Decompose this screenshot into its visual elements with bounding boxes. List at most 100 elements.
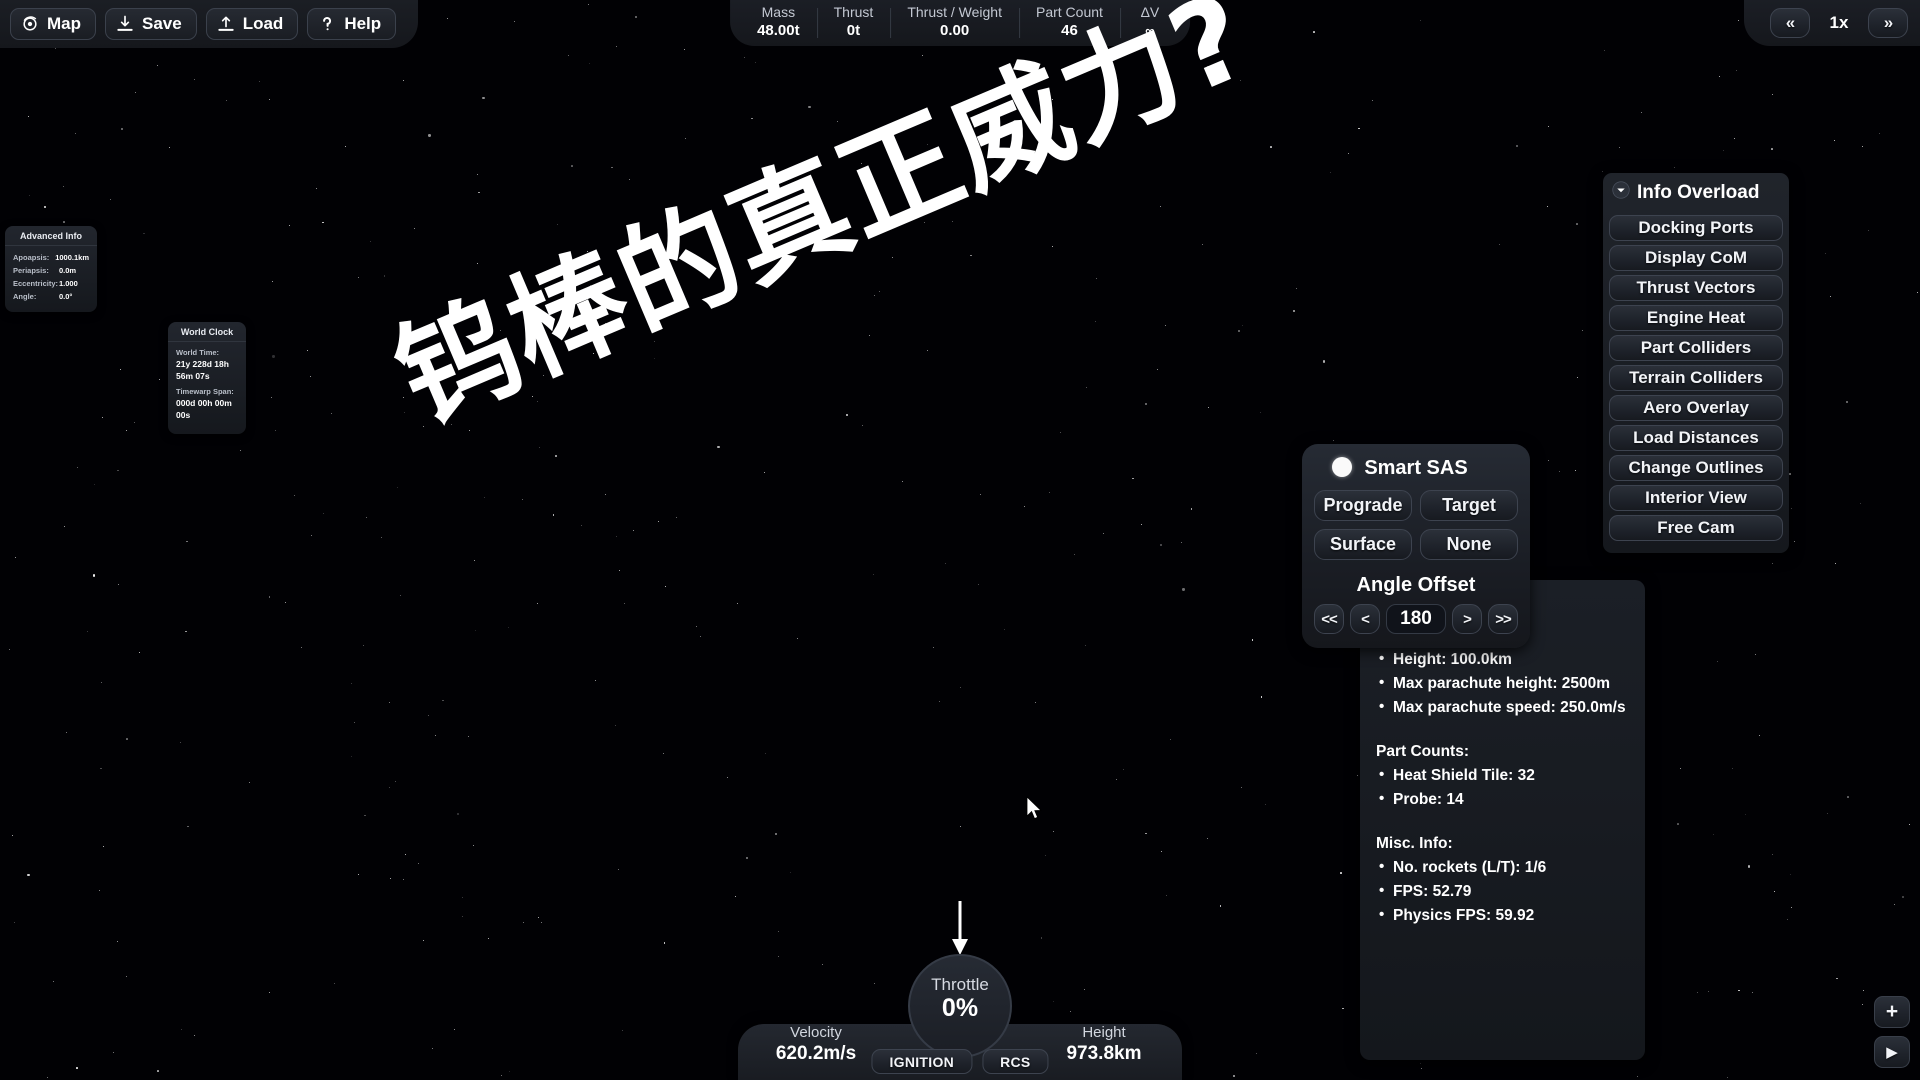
timewarp-increase-button[interactable]: » — [1868, 8, 1908, 38]
world-clock-window[interactable]: World Clock World Time: 21y 228d 18h 56m… — [168, 322, 246, 434]
atmosphere-item: Max parachute speed: 250.0m/s — [1376, 695, 1629, 720]
stat-part-count-label: Part Count — [1035, 4, 1103, 20]
throttle-value: 0% — [941, 994, 979, 1022]
vessel-stats-bar: Mass 48.00t Thrust 0t Thrust / Weight 0.… — [730, 0, 1190, 46]
eccentricity-label: Eccentricity: — [13, 279, 59, 288]
apoapsis-label: Apoapsis: — [13, 253, 50, 262]
timewarp-span-value: 000d 00h 00m 00s — [176, 398, 232, 420]
mouse-cursor — [1026, 796, 1044, 827]
atmosphere-item: Max parachute height: 2500m — [1376, 671, 1629, 696]
help-button[interactable]: Help — [307, 8, 397, 40]
throttle-label: Throttle — [931, 975, 989, 994]
advanced-info-title: Advanced Info — [5, 226, 97, 246]
stat-thrust-label: Thrust — [833, 4, 874, 20]
angle-offset-decrease-button[interactable]: < — [1350, 604, 1380, 634]
info-overload-menu-title: Info Overload — [1637, 181, 1760, 203]
sas-status-indicator-icon — [1332, 457, 1352, 477]
angle-offset-big-increase-button[interactable]: >> — [1488, 604, 1518, 634]
menu-item-load-distances[interactable]: Load Distances — [1609, 425, 1783, 451]
misc-info-item: Physics FPS: 59.92 — [1376, 903, 1629, 928]
world-time-block: World Time: 21y 228d 18h 56m 07s — [176, 348, 238, 382]
angle-offset-value[interactable]: 180 — [1386, 604, 1446, 634]
sas-mode-none-button[interactable]: None — [1420, 529, 1518, 560]
misc-info-item: FPS: 52.79 — [1376, 879, 1629, 904]
hud-action-buttons: IGNITION RCS — [871, 1049, 1049, 1074]
info-overload-menu-header[interactable]: Info Overload — [1607, 179, 1785, 211]
timewarp-controls: « 1x » — [1744, 0, 1920, 46]
height-readout: Height 973.8km — [1034, 1024, 1174, 1066]
part-count-item: Probe: 14 — [1376, 787, 1629, 812]
throttle-gauge[interactable]: Throttle 0% — [908, 954, 1012, 1058]
menu-item-terrain-colliders[interactable]: Terrain Colliders — [1609, 365, 1783, 391]
map-button[interactable]: Map — [10, 8, 96, 40]
stat-thrust-weight-label: Thrust / Weight — [907, 4, 1002, 20]
sas-mode-surface-button[interactable]: Surface — [1314, 529, 1412, 560]
main-toolbar: Map Save Load Help — [0, 0, 419, 48]
advanced-info-row: Eccentricity: 1.000 — [13, 278, 89, 289]
menu-item-docking-ports[interactable]: Docking Ports — [1609, 215, 1783, 241]
velocity-readout: Velocity 620.2m/s — [746, 1024, 886, 1066]
stat-part-count: Part Count 46 — [1018, 0, 1120, 46]
menu-item-engine-heat[interactable]: Engine Heat — [1609, 305, 1783, 331]
angle-label: Angle: — [13, 292, 37, 301]
add-button[interactable]: + — [1874, 996, 1910, 1028]
info-overload-menu: Info Overload Docking Ports Display CoM … — [1603, 173, 1789, 553]
smart-sas-panel: Smart SAS Prograde Target Surface None A… — [1302, 444, 1530, 648]
menu-item-display-com[interactable]: Display CoM — [1609, 245, 1783, 271]
menu-item-change-outlines[interactable]: Change Outlines — [1609, 455, 1783, 481]
advanced-info-row: Periapsis: 0.0m — [13, 265, 89, 276]
smart-sas-title: Smart SAS — [1364, 456, 1468, 479]
stat-part-count-value: 46 — [1061, 22, 1078, 39]
menu-item-interior-view[interactable]: Interior View — [1609, 485, 1783, 511]
question-mark-icon — [317, 14, 337, 34]
height-value: 973.8km — [1066, 1043, 1142, 1064]
world-clock-title: World Clock — [168, 322, 246, 342]
part-counts-title: Part Counts: — [1376, 743, 1469, 760]
stat-thrust-weight: Thrust / Weight 0.00 — [890, 0, 1019, 46]
atmosphere-item: Height: 100.0km — [1376, 647, 1629, 672]
angle-offset-big-decrease-button[interactable]: << — [1314, 604, 1344, 634]
world-time-label: World Time: — [176, 348, 220, 357]
angle-offset-stepper: << < 180 > >> — [1314, 604, 1518, 634]
angle-value: 0.0° — [59, 292, 73, 301]
menu-item-part-colliders[interactable]: Part Colliders — [1609, 335, 1783, 361]
advanced-info-body: Apoapsis: 1000.1km Periapsis: 0.0m Eccen… — [5, 246, 97, 312]
periapsis-value: 0.0m — [59, 266, 77, 275]
advanced-info-window[interactable]: Advanced Info Apoapsis: 1000.1km Periaps… — [5, 226, 97, 312]
menu-item-free-cam[interactable]: Free Cam — [1609, 515, 1783, 541]
throttle-direction-arrow-icon — [949, 899, 971, 962]
download-icon — [115, 14, 135, 34]
rcs-button[interactable]: RCS — [982, 1049, 1049, 1074]
menu-item-aero-overlay[interactable]: Aero Overlay — [1609, 395, 1783, 421]
save-button[interactable]: Save — [105, 8, 197, 40]
upload-icon — [216, 14, 236, 34]
smart-sas-mode-grid: Prograde Target Surface None — [1314, 490, 1518, 560]
advanced-info-row: Angle: 0.0° — [13, 291, 89, 302]
sas-mode-target-button[interactable]: Target — [1420, 490, 1518, 521]
stat-delta-v-value: ∞ — [1145, 23, 1155, 38]
play-button[interactable]: ▶ — [1874, 1036, 1910, 1068]
misc-info-item: No. rockets (L/T): 1/6 — [1376, 855, 1629, 880]
info-overload-panel: Info Overload Current density: 0 Height:… — [1360, 580, 1645, 1060]
stat-thrust-weight-value: 0.00 — [940, 22, 970, 39]
smart-sas-header: Smart SAS — [1314, 454, 1518, 482]
stat-thrust-value: 0t — [846, 22, 861, 39]
timewarp-rate: 1x — [1829, 13, 1849, 32]
save-button-label: Save — [142, 14, 182, 33]
apoapsis-value: 1000.1km — [55, 253, 89, 262]
chevron-down-icon[interactable] — [1612, 181, 1630, 204]
angle-offset-increase-button[interactable]: > — [1452, 604, 1482, 634]
stat-mass-value: 48.00t — [757, 22, 800, 39]
part-count-item: Heat Shield Tile: 32 — [1376, 763, 1629, 788]
sas-mode-prograde-button[interactable]: Prograde — [1314, 490, 1412, 521]
periapsis-label: Periapsis: — [13, 266, 49, 275]
watermark-text: 钨棒的真正威力? — [377, 0, 1270, 449]
misc-info-title: Misc. Info: — [1376, 835, 1453, 852]
game-viewport: Map Save Load Help Mass 48.00t Thrust 0t… — [0, 0, 1920, 1080]
menu-item-thrust-vectors[interactable]: Thrust Vectors — [1609, 275, 1783, 301]
advanced-info-row: Apoapsis: 1000.1km — [13, 252, 89, 263]
timewarp-decrease-button[interactable]: « — [1770, 8, 1810, 38]
ignition-button[interactable]: IGNITION — [871, 1049, 973, 1074]
velocity-value: 620.2m/s — [775, 1043, 857, 1064]
load-button[interactable]: Load — [205, 8, 299, 40]
